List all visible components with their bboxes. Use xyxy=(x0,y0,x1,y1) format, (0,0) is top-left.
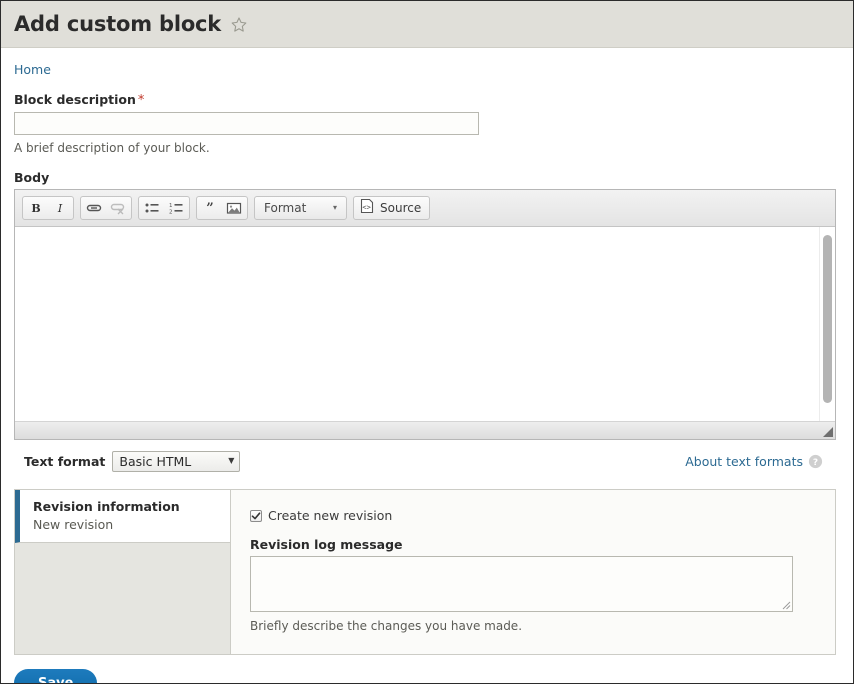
vertical-tab-title: Revision information xyxy=(33,499,180,514)
block-description-label-text: Block description xyxy=(14,92,136,107)
breadcrumb: Home xyxy=(1,48,853,77)
block-description-help: A brief description of your block. xyxy=(14,141,210,155)
page-root: Add custom block Home Block description *… xyxy=(0,0,854,684)
toolbar-group-links xyxy=(80,196,132,220)
bulleted-list-icon[interactable] xyxy=(140,198,164,218)
block-description-label: Block description * xyxy=(14,92,840,108)
chevron-down-icon: ▼ xyxy=(228,456,235,465)
text-format-left: Text format Basic HTML ▼ xyxy=(24,450,241,472)
body-label: Body xyxy=(14,170,50,185)
editor-scrollbar-thumb[interactable] xyxy=(823,235,832,403)
toolbar-group-blocks: ” xyxy=(196,196,248,220)
text-format-label: Text format xyxy=(24,453,106,469)
svg-text:<>: <> xyxy=(362,203,370,211)
page-title: Add custom block xyxy=(14,11,222,36)
vertical-tabs-menu: Revision information New revision xyxy=(15,490,231,654)
editor-toolbar: B I 1 2 ” Format ▾ <> Source xyxy=(15,190,835,227)
textarea-resize-handle[interactable] xyxy=(782,601,791,610)
svg-text:?: ? xyxy=(813,458,818,468)
revision-log-message-label: Revision log message xyxy=(250,537,403,552)
format-combo-label: Format xyxy=(264,201,307,215)
create-new-revision-row: Create new revision xyxy=(250,508,817,523)
editor-scrollbar[interactable] xyxy=(819,227,835,421)
block-description-input[interactable] xyxy=(14,112,479,135)
editor-resize-handle[interactable] xyxy=(823,427,833,437)
svg-text:B: B xyxy=(31,202,40,215)
page-header: Add custom block xyxy=(1,1,853,48)
create-new-revision-label: Create new revision xyxy=(268,508,393,523)
source-button-label: Source xyxy=(380,201,422,215)
chevron-down-icon: ▾ xyxy=(332,203,337,212)
format-combo[interactable]: Format ▾ xyxy=(254,196,347,220)
svg-text:2: 2 xyxy=(169,210,173,216)
breadcrumb-item-home[interactable]: Home xyxy=(14,62,51,77)
italic-icon[interactable]: I xyxy=(48,198,72,218)
svg-text:1: 1 xyxy=(169,203,173,209)
source-code-icon: <> xyxy=(359,198,375,218)
toolbar-group-lists: 1 2 xyxy=(138,196,190,220)
text-format-right: About text formats ? xyxy=(685,454,840,469)
vertical-tabs: Revision information New revision Create… xyxy=(14,489,836,655)
save-button[interactable]: Save xyxy=(14,669,98,683)
body-rich-text-editor: B I 1 2 ” Format ▾ <> Source xyxy=(14,189,836,440)
block-form: Block description * A brief description o… xyxy=(1,92,853,474)
unlink-icon xyxy=(106,198,130,218)
create-new-revision-checkbox[interactable] xyxy=(250,509,262,522)
image-icon[interactable] xyxy=(222,198,246,218)
star-outline-icon[interactable] xyxy=(230,16,248,34)
blockquote-icon[interactable]: ” xyxy=(198,198,222,218)
text-format-select[interactable]: Basic HTML ▼ xyxy=(112,450,241,472)
source-button[interactable]: <> Source xyxy=(353,196,431,220)
link-icon[interactable] xyxy=(82,198,106,218)
form-actions: Save xyxy=(1,655,853,683)
revision-log-message-textarea[interactable] xyxy=(250,556,793,612)
bold-icon[interactable]: B xyxy=(24,198,48,218)
svg-text:”: ” xyxy=(206,201,213,215)
revision-information-pane: Create new revision Revision log message… xyxy=(231,490,835,654)
question-mark-icon[interactable]: ? xyxy=(808,454,823,469)
vertical-tab-summary: New revision xyxy=(33,517,114,532)
numbered-list-icon[interactable]: 1 2 xyxy=(164,198,188,218)
editor-content-area[interactable] xyxy=(15,227,835,422)
vertical-tab-revision-information[interactable]: Revision information New revision xyxy=(15,490,230,543)
text-format-selected-value: Basic HTML xyxy=(119,453,192,469)
toolbar-group-basic-styles: B I xyxy=(22,196,74,220)
text-format-row: Text format Basic HTML ▼ About text form… xyxy=(14,448,840,474)
revision-log-message-help: Briefly describe the changes you have ma… xyxy=(250,619,523,633)
svg-text:I: I xyxy=(57,202,63,215)
required-marker: * xyxy=(137,93,145,108)
about-text-formats-link[interactable]: About text formats xyxy=(685,454,803,469)
editor-status-bar xyxy=(15,422,835,439)
